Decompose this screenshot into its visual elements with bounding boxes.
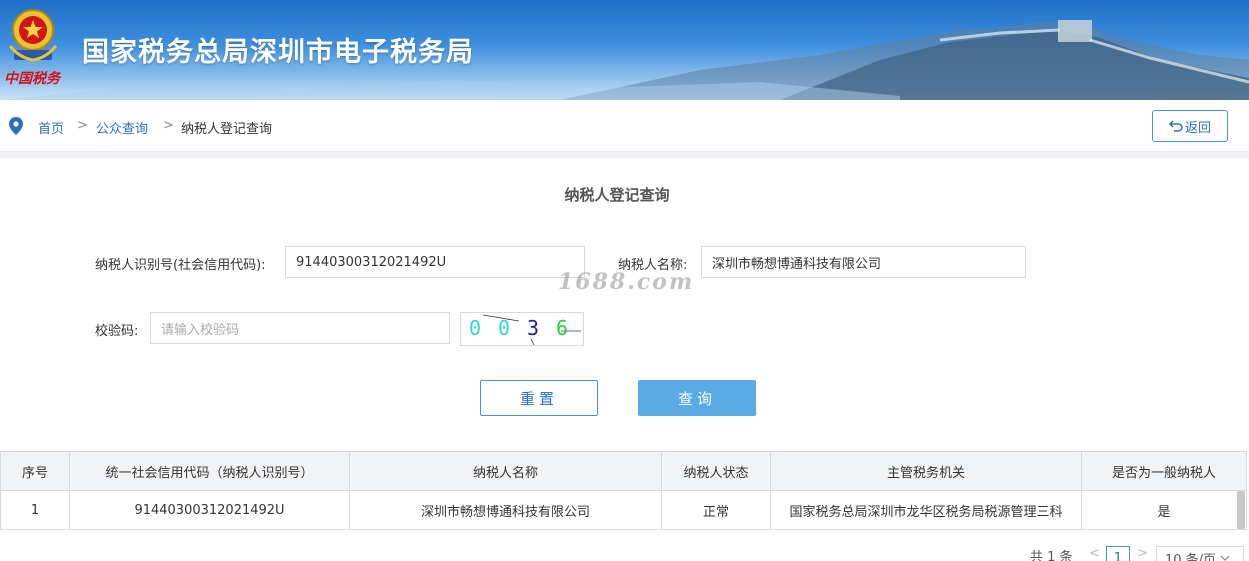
captcha-char: 6 [556,316,568,340]
column-header: 统一社会信用代码（纳税人识别号） [69,451,350,491]
table-header-row: 序号 统一社会信用代码（纳税人识别号） 纳税人名称 纳税人状态 主管税务机关 是… [0,451,1247,491]
captcha-char: 0 [498,316,510,340]
captcha-label: 校验码: [95,324,139,339]
table-cell: 正常 [661,490,771,530]
chevron-down-icon [1220,555,1230,561]
back-button-label: 返回 [1184,120,1211,136]
query-panel: 纳税人登记查询 纳税人识别号(社会信用代码): 9144030031202149… [0,158,1249,561]
taxpayer-id-input[interactable]: 91440300312021492U [285,246,585,278]
header-banner: 中国税务 国家税务总局深圳市电子税务局 [0,0,1249,100]
table-cell: 1 [0,490,70,530]
column-header: 纳税人名称 [349,451,662,491]
tax-emblem-logo [8,9,58,62]
breadcrumb: 首页 > 公众查询 > 纳税人登记查询 返回 [0,100,1249,152]
captcha-char: 3 [527,316,539,340]
results-table: 序号 统一社会信用代码（纳税人识别号） 纳税人名称 纳税人状态 主管税务机关 是… [0,451,1247,530]
reset-button[interactable]: 重置 [480,380,598,416]
page-title: 纳税人登记查询 [564,186,670,204]
pagination-total: 共 1 条 [1030,550,1073,561]
site-title: 国家税务总局深圳市电子税务局 [82,37,474,68]
breadcrumb-public-query-link[interactable]: 公众查询 [96,118,148,137]
watermark: 1688.com [558,269,695,295]
query-button[interactable]: 查询 [638,380,756,416]
breadcrumb-separator: > [163,118,174,133]
captcha-drawing: 0036 [469,314,581,346]
pagination-prev-button[interactable]: < [1089,546,1100,561]
taxpayer-name-input[interactable]: 深圳市畅想博通科技有限公司 [701,246,1026,278]
breadcrumb-current: 纳税人登记查询 [181,122,273,137]
pagination-next-button[interactable]: > [1137,546,1148,561]
breadcrumb-home-link[interactable]: 首页 [38,118,64,137]
column-header: 纳税人状态 [661,451,771,491]
brand-script-text: 中国税务 [4,71,60,87]
captcha-image[interactable]: 0036 [460,312,584,346]
column-header: 序号 [0,451,70,491]
table-row: 1 91440300312021492U 深圳市畅想博通科技有限公司 正常 国家… [0,490,1247,530]
table-scrollbar[interactable] [1237,491,1245,529]
undo-arrow-icon [1168,120,1183,132]
table-cell: 深圳市畅想博通科技有限公司 [349,490,662,530]
pagination-page-1[interactable]: 1 [1106,546,1130,561]
back-button[interactable]: 返回 [1152,110,1228,142]
location-pin-icon [9,117,23,135]
taxpayer-id-label: 纳税人识别号(社会信用代码): [95,258,266,273]
column-header: 主管税务机关 [770,451,1082,491]
column-header: 是否为一般纳税人 [1081,451,1247,491]
breadcrumb-separator: > [77,118,88,133]
page-size-value: 10 条/页 [1165,552,1217,561]
captcha-input[interactable]: 请输入校验码 [150,312,450,344]
captcha-char: 0 [469,316,481,340]
table-cell: 国家税务总局深圳市龙华区税务局税源管理三科 [770,490,1082,530]
table-cell: 91440300312021492U [69,490,350,530]
page-size-select[interactable]: 10 条/页 [1156,546,1244,561]
table-cell: 是 [1081,490,1247,530]
